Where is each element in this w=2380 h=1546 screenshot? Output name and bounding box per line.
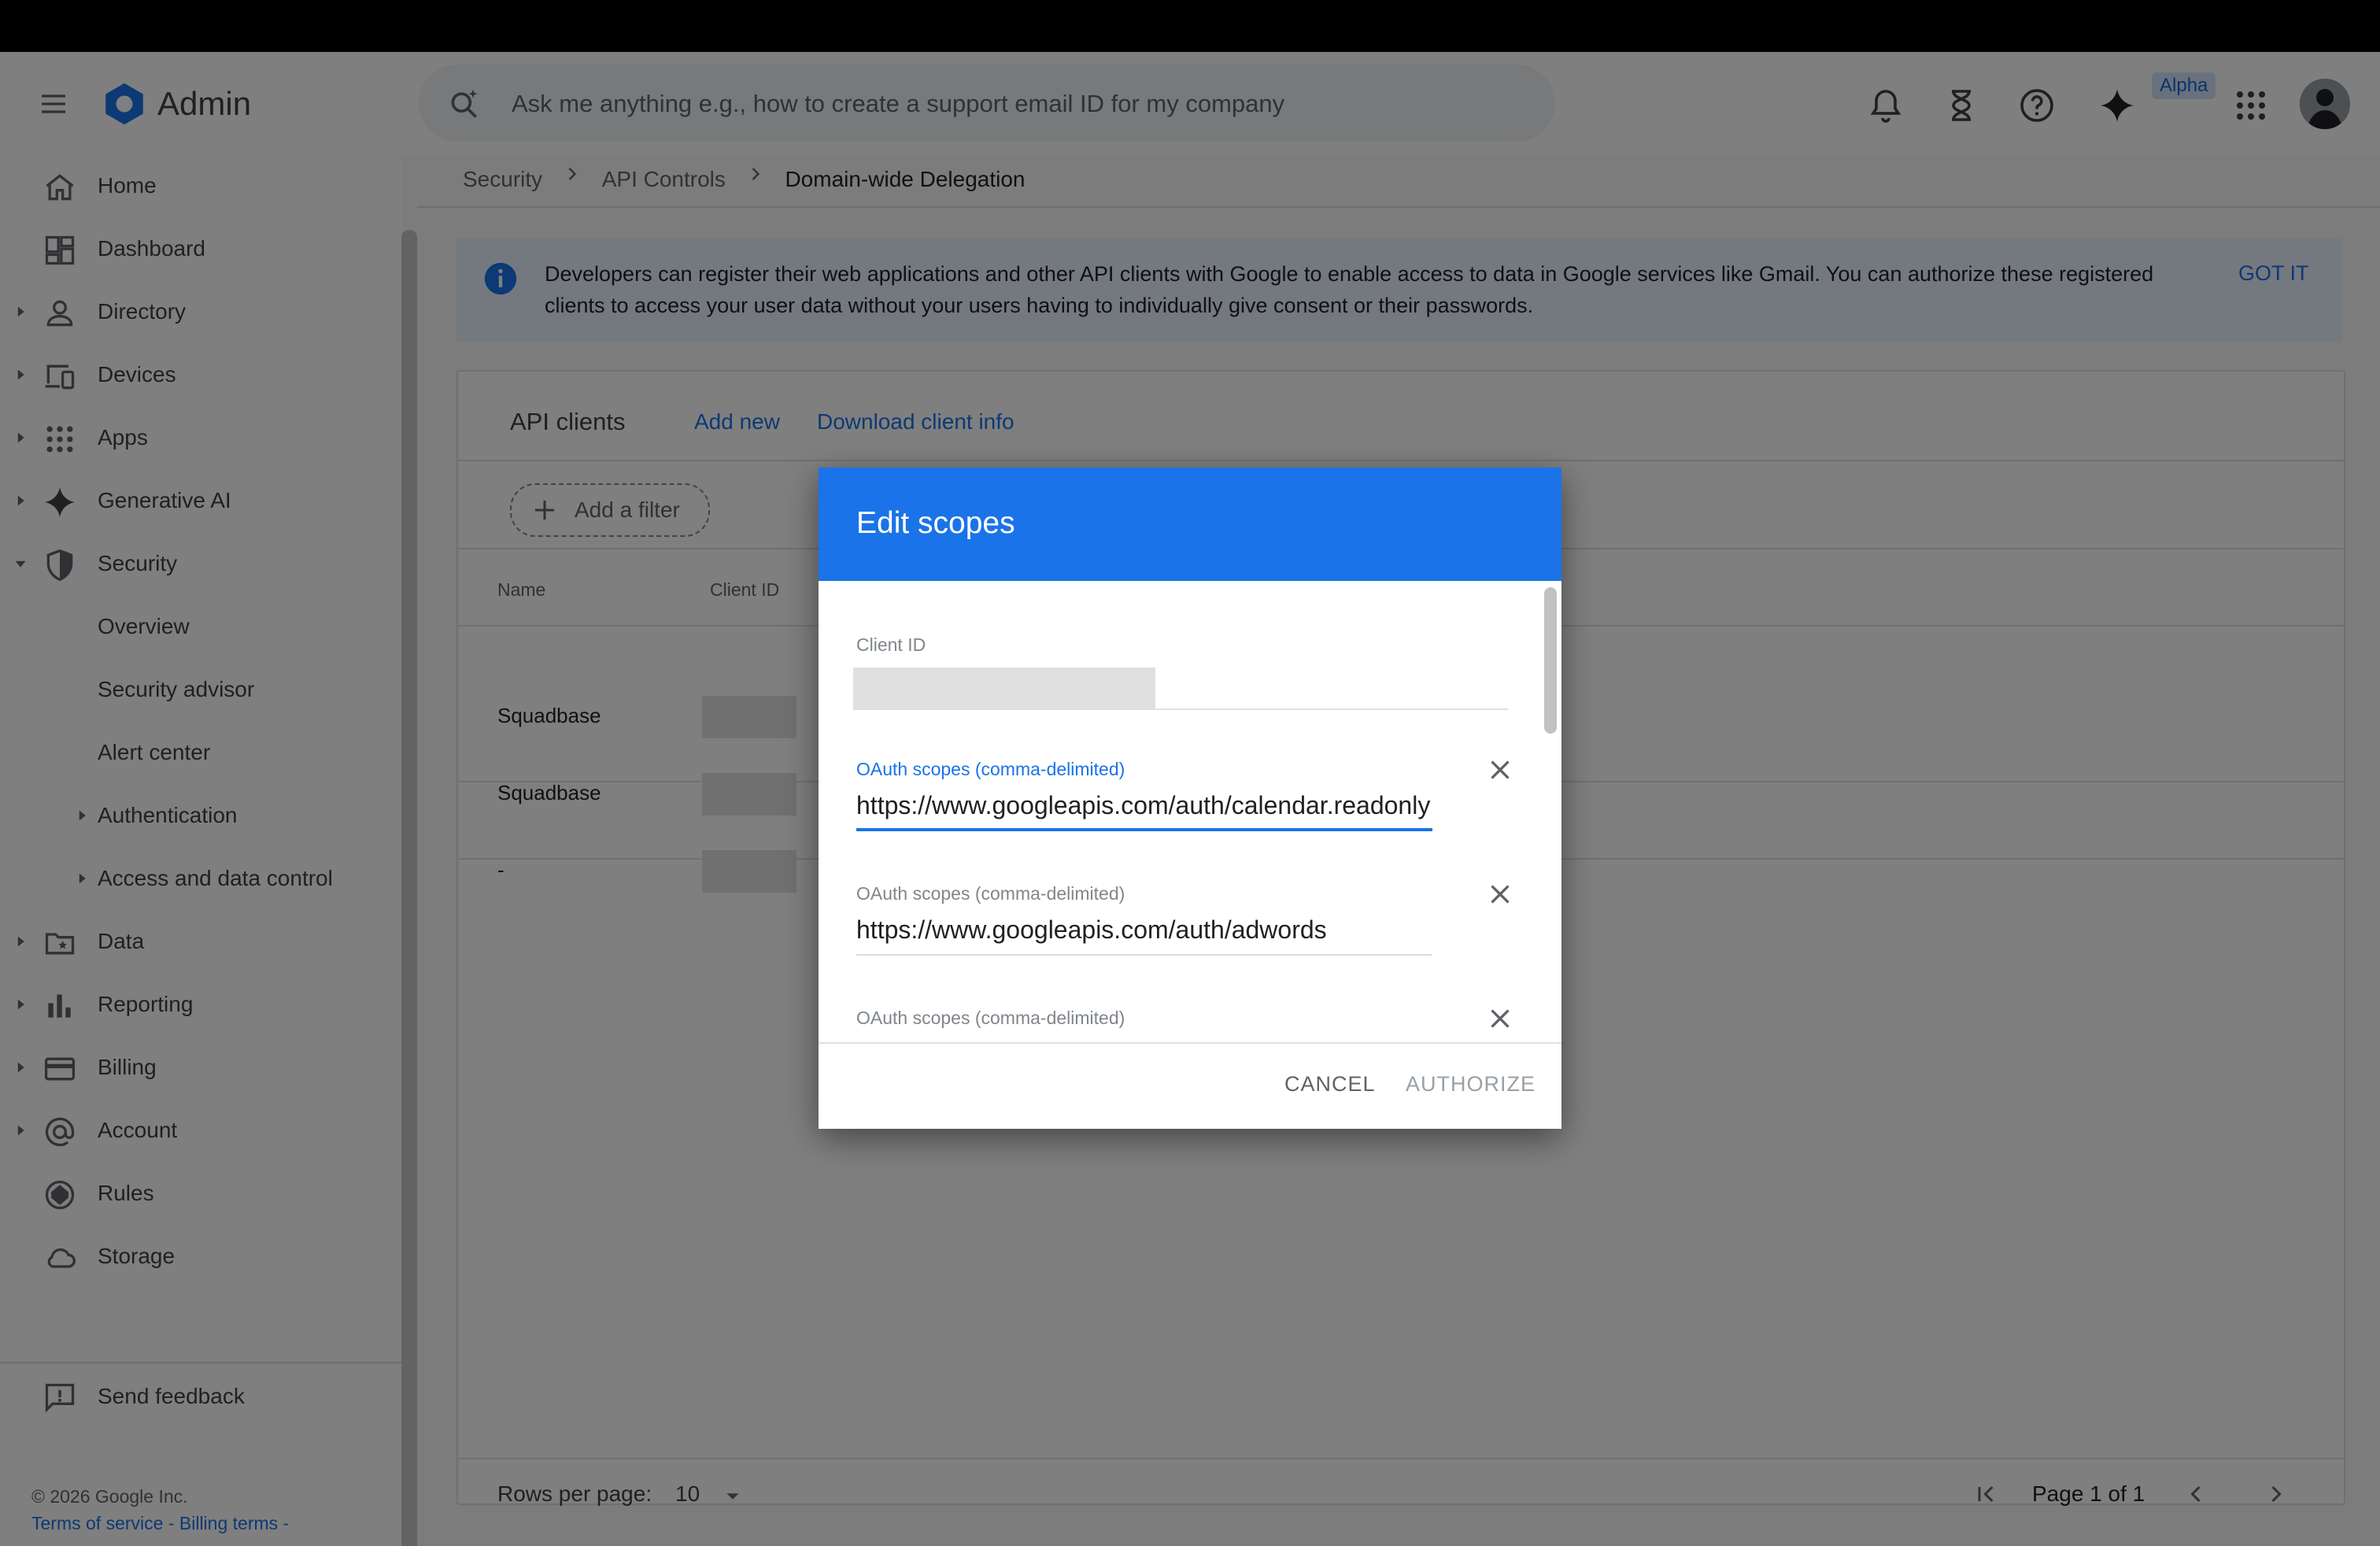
redacted-client-id-field xyxy=(853,668,1155,710)
client-id-label: Client ID xyxy=(856,634,926,655)
remove-scope-close-icon[interactable] xyxy=(1486,880,1514,908)
dialog-body: Client ID OAuth scopes (comma-delimited)… xyxy=(819,581,1561,1042)
edit-scopes-dialog: Edit scopes Client ID OAuth scopes (comm… xyxy=(819,468,1561,1129)
scope-input-2[interactable] xyxy=(856,912,1432,948)
scope-input-1[interactable] xyxy=(856,787,1432,823)
dialog-header: Edit scopes xyxy=(819,468,1561,581)
scope-underline-2 xyxy=(856,954,1432,956)
dialog-footer: CANCEL AUTHORIZE xyxy=(819,1042,1561,1129)
scope-underline-1 xyxy=(856,828,1432,831)
screen-top-bezel xyxy=(0,0,2380,52)
authorize-button[interactable]: AUTHORIZE xyxy=(1406,1072,1536,1097)
remove-scope-close-icon[interactable] xyxy=(1486,1004,1514,1033)
scope-label-1: OAuth scopes (comma-delimited) xyxy=(856,759,1125,779)
cancel-button[interactable]: CANCEL xyxy=(1284,1072,1376,1097)
client-id-underline xyxy=(853,708,1508,710)
scope-label-2: OAuth scopes (comma-delimited) xyxy=(856,883,1125,904)
admin-app: Admin Alpha Home Dashboard Directory xyxy=(0,52,2380,1546)
dialog-title: Edit scopes xyxy=(856,506,1015,540)
scope-label-3: OAuth scopes (comma-delimited) xyxy=(856,1008,1125,1028)
dialog-scrollbar[interactable] xyxy=(1544,587,1557,734)
remove-scope-close-icon[interactable] xyxy=(1486,756,1514,784)
